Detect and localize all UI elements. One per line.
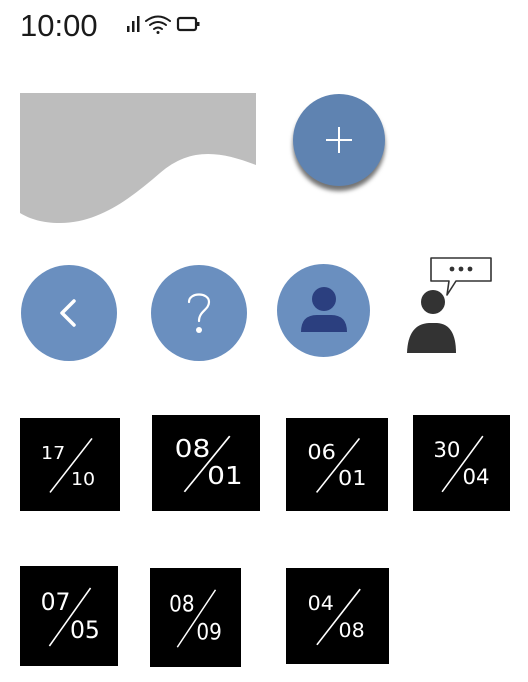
- date-slash-graphic: 0705: [41, 587, 100, 647]
- date-month: 10: [71, 470, 95, 490]
- signal-icon: [127, 16, 140, 32]
- date-day: 30: [433, 438, 460, 463]
- date-month: 08: [339, 620, 365, 642]
- date-tile[interactable]: 08 01: [152, 415, 260, 511]
- chat-user-icon[interactable]: [404, 255, 496, 357]
- date-month: 05: [70, 616, 100, 644]
- date-slash-graphic: 3004: [433, 435, 490, 493]
- date-tile[interactable]: 06 01: [286, 418, 388, 511]
- profile-button[interactable]: [277, 264, 370, 357]
- date-month: 09: [196, 619, 221, 644]
- date-slash-graphic: 0601: [307, 438, 367, 493]
- date-tile[interactable]: 30 04: [413, 415, 510, 511]
- date-tile[interactable]: 08 09: [150, 568, 241, 667]
- date-tile[interactable]: 04 08: [286, 568, 389, 664]
- status-bar: 10:00: [0, 0, 528, 56]
- battery-icon: [176, 16, 200, 32]
- date-slash-graphic: 0809: [169, 589, 222, 648]
- wave-image: [20, 93, 256, 231]
- back-button[interactable]: [21, 265, 117, 361]
- plus-icon: [326, 127, 352, 153]
- status-time: 10:00: [20, 8, 98, 43]
- date-day: 08: [175, 435, 211, 464]
- wifi-icon: [145, 15, 171, 34]
- date-day: 07: [41, 588, 71, 616]
- chevron-left-icon: [60, 299, 76, 327]
- user-icon: [300, 286, 347, 332]
- date-month: 04: [462, 465, 489, 490]
- date-day: 04: [308, 593, 334, 615]
- date-slash-graphic: 1710: [41, 438, 95, 493]
- date-tile[interactable]: 07 05: [20, 566, 118, 666]
- date-day: 17: [41, 444, 65, 464]
- help-button[interactable]: [151, 265, 247, 361]
- add-fab-button[interactable]: [293, 94, 385, 186]
- date-month: 01: [338, 467, 367, 491]
- status-icons: [127, 15, 200, 34]
- date-day: 08: [169, 592, 194, 617]
- date-slash-graphic: 0801: [175, 435, 243, 493]
- question-icon: [187, 293, 211, 333]
- date-month: 01: [207, 462, 243, 491]
- date-day: 06: [307, 441, 336, 465]
- date-slash-graphic: 0408: [308, 588, 365, 646]
- date-tile[interactable]: 17 10: [20, 418, 120, 511]
